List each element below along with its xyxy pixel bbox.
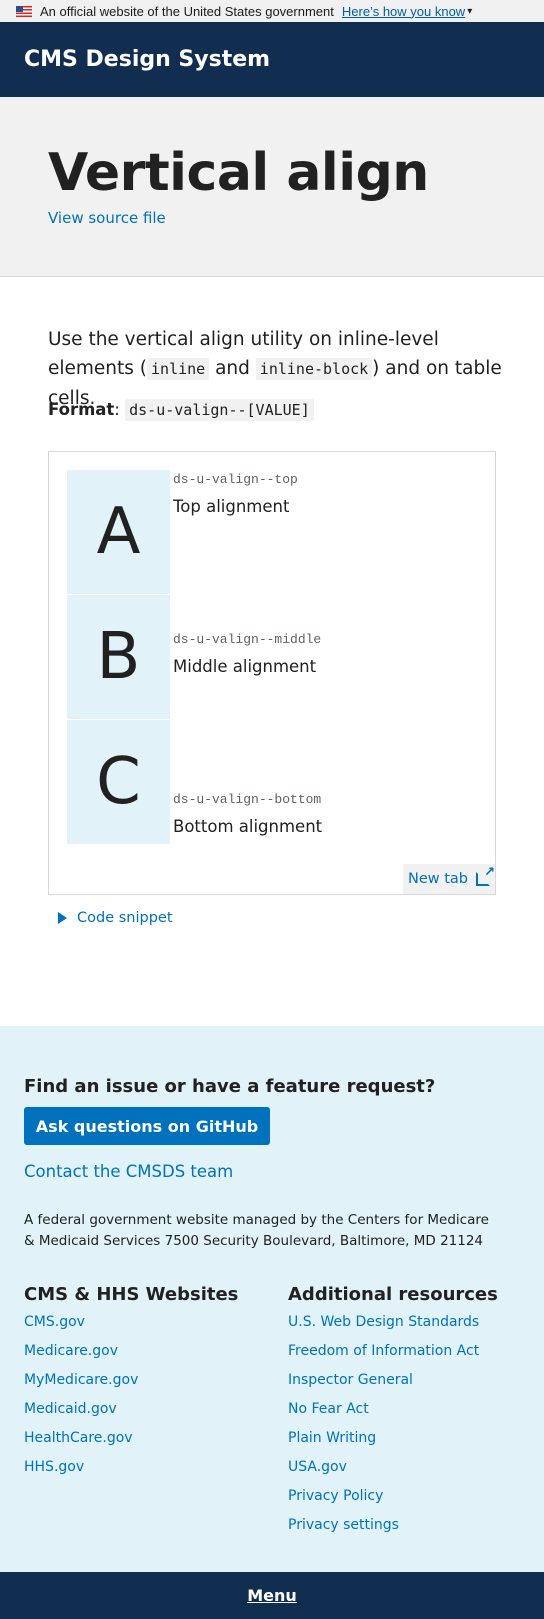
row-label: Bottom alignment bbox=[173, 817, 323, 836]
additional-resources-heading: Additional resources bbox=[288, 1284, 498, 1305]
letter-box: B bbox=[67, 595, 170, 719]
footer-link-medicare[interactable]: Medicare.gov bbox=[24, 1343, 118, 1359]
heres-how-you-know-link[interactable]: Here’s how you know bbox=[342, 4, 465, 19]
footer-link-cms[interactable]: CMS.gov bbox=[24, 1314, 85, 1330]
cms-hhs-websites-heading: CMS & HHS Websites bbox=[24, 1284, 239, 1305]
format-label: Format bbox=[48, 400, 115, 419]
footer-link-hhs[interactable]: HHS.gov bbox=[24, 1459, 84, 1475]
site-footer: Find an issue or have a feature request?… bbox=[0, 1026, 544, 1572]
footer-link-usagov[interactable]: USA.gov bbox=[288, 1459, 347, 1475]
new-tab-link[interactable]: New tab bbox=[403, 864, 495, 894]
footer-address: A federal government website managed by … bbox=[24, 1212, 489, 1249]
class-name: ds-u-valign--top bbox=[173, 472, 298, 487]
lead-text: and bbox=[209, 358, 256, 379]
row-label: Middle alignment bbox=[173, 657, 317, 676]
external-link-icon bbox=[476, 865, 495, 886]
gov-banner: An official website of the United States… bbox=[0, 0, 544, 22]
row-description: ds-u-valign--bottom Bottom alignment bbox=[173, 792, 322, 836]
inline-code: inline bbox=[147, 358, 210, 380]
example-row-bottom: C ds-u-valign--bottom Bottom alignment bbox=[67, 720, 487, 844]
ask-github-button[interactable]: Ask questions on GitHub bbox=[24, 1107, 270, 1145]
inline-block-code: inline-block bbox=[255, 358, 373, 380]
letter-box: C bbox=[67, 720, 170, 844]
class-name: ds-u-valign--middle bbox=[173, 632, 322, 647]
view-source-link[interactable]: View source file bbox=[48, 209, 166, 227]
new-tab-label: New tab bbox=[407, 871, 468, 887]
code-snippet-toggle[interactable]: Code snippet bbox=[58, 910, 173, 926]
footer-link-medicaid[interactable]: Medicaid.gov bbox=[24, 1401, 117, 1417]
site-title[interactable]: CMS Design System bbox=[24, 47, 270, 72]
menu-button[interactable]: Menu bbox=[247, 1586, 297, 1605]
gov-banner-text: An official website of the United States… bbox=[40, 3, 334, 19]
code-snippet-label: Code snippet bbox=[77, 910, 173, 926]
footer-link-privacy-policy[interactable]: Privacy Policy bbox=[288, 1488, 383, 1504]
row-description: ds-u-valign--middle Middle alignment bbox=[173, 632, 321, 676]
contact-team-link[interactable]: Contact the CMSDS team bbox=[24, 1162, 233, 1181]
footer-link-healthcare[interactable]: HealthCare.gov bbox=[24, 1430, 133, 1446]
footer-link-inspector-general[interactable]: Inspector General bbox=[288, 1372, 413, 1388]
footer-heading: Find an issue or have a feature request? bbox=[24, 1076, 436, 1097]
site-header: CMS Design System bbox=[0, 22, 544, 97]
footer-link-plain-writing[interactable]: Plain Writing bbox=[288, 1430, 376, 1446]
footer-link-mymedicare[interactable]: MyMedicare.gov bbox=[24, 1372, 138, 1388]
cms-hhs-links: CMS.gov Medicare.gov MyMedicare.gov Medi… bbox=[24, 1314, 138, 1488]
letter-box: A bbox=[67, 470, 170, 594]
example-preview: A ds-u-valign--top Top alignment B ds-u-… bbox=[48, 451, 496, 895]
us-flag-icon bbox=[16, 5, 32, 17]
footer-link-foia[interactable]: Freedom of Information Act bbox=[288, 1343, 479, 1359]
format-code: ds-u-valign--[VALUE] bbox=[125, 399, 314, 421]
class-name: ds-u-valign--bottom bbox=[173, 792, 322, 807]
row-description: ds-u-valign--top Top alignment bbox=[173, 472, 298, 516]
hero: Vertical align View source file bbox=[0, 97, 544, 277]
format-line: Format: ds-u-valign--[VALUE] bbox=[48, 399, 314, 421]
additional-resources-links: U.S. Web Design Standards Freedom of Inf… bbox=[288, 1314, 479, 1546]
page-title: Vertical align bbox=[48, 143, 429, 203]
triangle-right-icon bbox=[58, 912, 67, 924]
mobile-menu-bar: Menu bbox=[0, 1572, 544, 1619]
row-label: Top alignment bbox=[173, 497, 290, 516]
footer-link-no-fear-act[interactable]: No Fear Act bbox=[288, 1401, 369, 1417]
example-row-middle: B ds-u-valign--middle Middle alignment bbox=[67, 595, 487, 719]
footer-link-uswds[interactable]: U.S. Web Design Standards bbox=[288, 1314, 479, 1330]
example-row-top: A ds-u-valign--top Top alignment bbox=[67, 470, 487, 594]
chevron-down-icon[interactable]: ▾ bbox=[467, 6, 472, 17]
footer-link-privacy-settings[interactable]: Privacy settings bbox=[288, 1517, 399, 1533]
